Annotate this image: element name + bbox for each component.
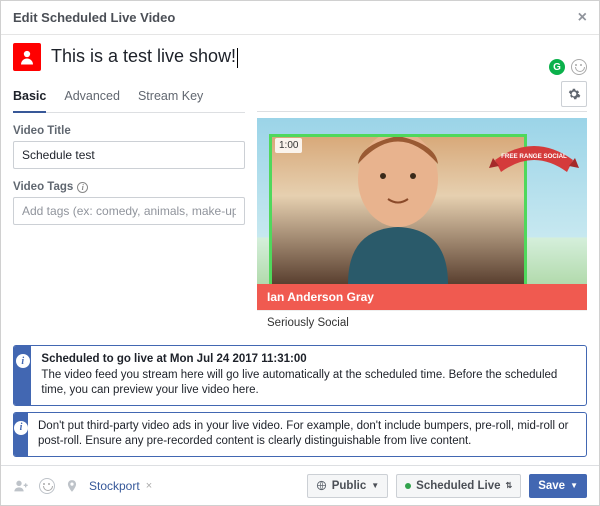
lower-third: Ian Anderson Gray Seriously Social bbox=[257, 284, 587, 335]
chevron-down-icon: ▼ bbox=[371, 481, 379, 490]
video-tags-input[interactable] bbox=[13, 197, 245, 225]
settings-tabs: Basic Advanced Stream Key bbox=[13, 81, 245, 113]
video-tags-label: Video Tags i bbox=[13, 181, 245, 193]
notice-title: Scheduled to go live at Mon Jul 24 2017 … bbox=[41, 353, 306, 365]
location-pin-icon[interactable] bbox=[65, 478, 79, 494]
notice-scheduled: i Scheduled to go live at Mon Jul 24 201… bbox=[13, 345, 587, 406]
remove-location-icon[interactable]: × bbox=[146, 480, 152, 492]
post-text-value: This is a test live show! bbox=[51, 46, 236, 66]
privacy-selector[interactable]: Public ▼ bbox=[307, 474, 388, 498]
video-title-label: Video Title bbox=[13, 125, 245, 137]
info-icon[interactable]: i bbox=[77, 182, 88, 193]
gear-icon bbox=[567, 87, 581, 101]
tab-advanced[interactable]: Advanced bbox=[64, 81, 120, 112]
sort-icon: ⇅ bbox=[506, 481, 513, 490]
dialog-edit-scheduled-live: Edit Scheduled Live Video × This is a te… bbox=[0, 0, 600, 506]
avatar bbox=[13, 43, 41, 71]
settings-gear-button[interactable] bbox=[561, 81, 587, 107]
chevron-down-icon: ▼ bbox=[570, 481, 578, 490]
save-button[interactable]: Save ▼ bbox=[529, 474, 587, 498]
feeling-icon[interactable] bbox=[39, 478, 55, 494]
dialog-footer: Stockport × Public ▼ Scheduled Live ⇅ Sa… bbox=[1, 465, 599, 505]
presenter-figure bbox=[318, 134, 478, 284]
grammarly-icon[interactable]: G bbox=[549, 59, 565, 75]
globe-icon bbox=[316, 480, 327, 491]
post-text-input[interactable]: This is a test live show! bbox=[51, 46, 587, 67]
notice-list: i Scheduled to go live at Mon Jul 24 201… bbox=[1, 345, 599, 457]
text-cursor bbox=[237, 48, 238, 68]
tab-basic[interactable]: Basic bbox=[13, 81, 46, 113]
notice-body: The video feed you stream here will go l… bbox=[41, 369, 557, 397]
svg-text:FREE RANGE SOCIAL: FREE RANGE SOCIAL bbox=[501, 153, 567, 160]
preview-panel: 1:00 FREE RANGE SOCIAL Ian Anderson Gray… bbox=[257, 81, 587, 335]
banner-graphic: FREE RANGE SOCIAL bbox=[489, 138, 579, 180]
dialog-title: Edit Scheduled Live Video bbox=[13, 10, 175, 25]
tab-stream-key[interactable]: Stream Key bbox=[138, 81, 203, 112]
info-icon: i bbox=[16, 354, 30, 368]
location-chip[interactable]: Stockport × bbox=[89, 479, 152, 493]
live-dot-icon bbox=[405, 483, 411, 489]
video-title-input[interactable] bbox=[13, 141, 245, 169]
notice-body: Don't put third-party video ads in your … bbox=[38, 420, 568, 448]
save-label: Save bbox=[538, 480, 565, 492]
close-icon[interactable]: × bbox=[578, 9, 587, 27]
status-selector[interactable]: Scheduled Live ⇅ bbox=[396, 474, 521, 498]
info-icon: i bbox=[14, 421, 28, 435]
location-name: Stockport bbox=[89, 479, 140, 493]
video-preview: 1:00 FREE RANGE SOCIAL Ian Anderson Gray… bbox=[257, 118, 587, 335]
time-badge: 1:00 bbox=[275, 138, 302, 153]
lower-third-name: Ian Anderson Gray bbox=[257, 284, 587, 310]
lower-third-subtitle: Seriously Social bbox=[257, 310, 587, 335]
main-area: Basic Advanced Stream Key Video Title Vi… bbox=[1, 75, 599, 345]
notice-ads-policy: i Don't put third-party video ads in you… bbox=[13, 412, 587, 457]
post-composer: This is a test live show! G bbox=[1, 35, 599, 75]
tag-person-icon[interactable] bbox=[13, 478, 29, 494]
settings-panel: Basic Advanced Stream Key Video Title Vi… bbox=[13, 81, 245, 335]
dialog-titlebar: Edit Scheduled Live Video × bbox=[1, 1, 599, 35]
status-label: Scheduled Live bbox=[416, 480, 500, 492]
emoji-picker-icon[interactable] bbox=[571, 59, 587, 75]
privacy-label: Public bbox=[332, 480, 367, 492]
